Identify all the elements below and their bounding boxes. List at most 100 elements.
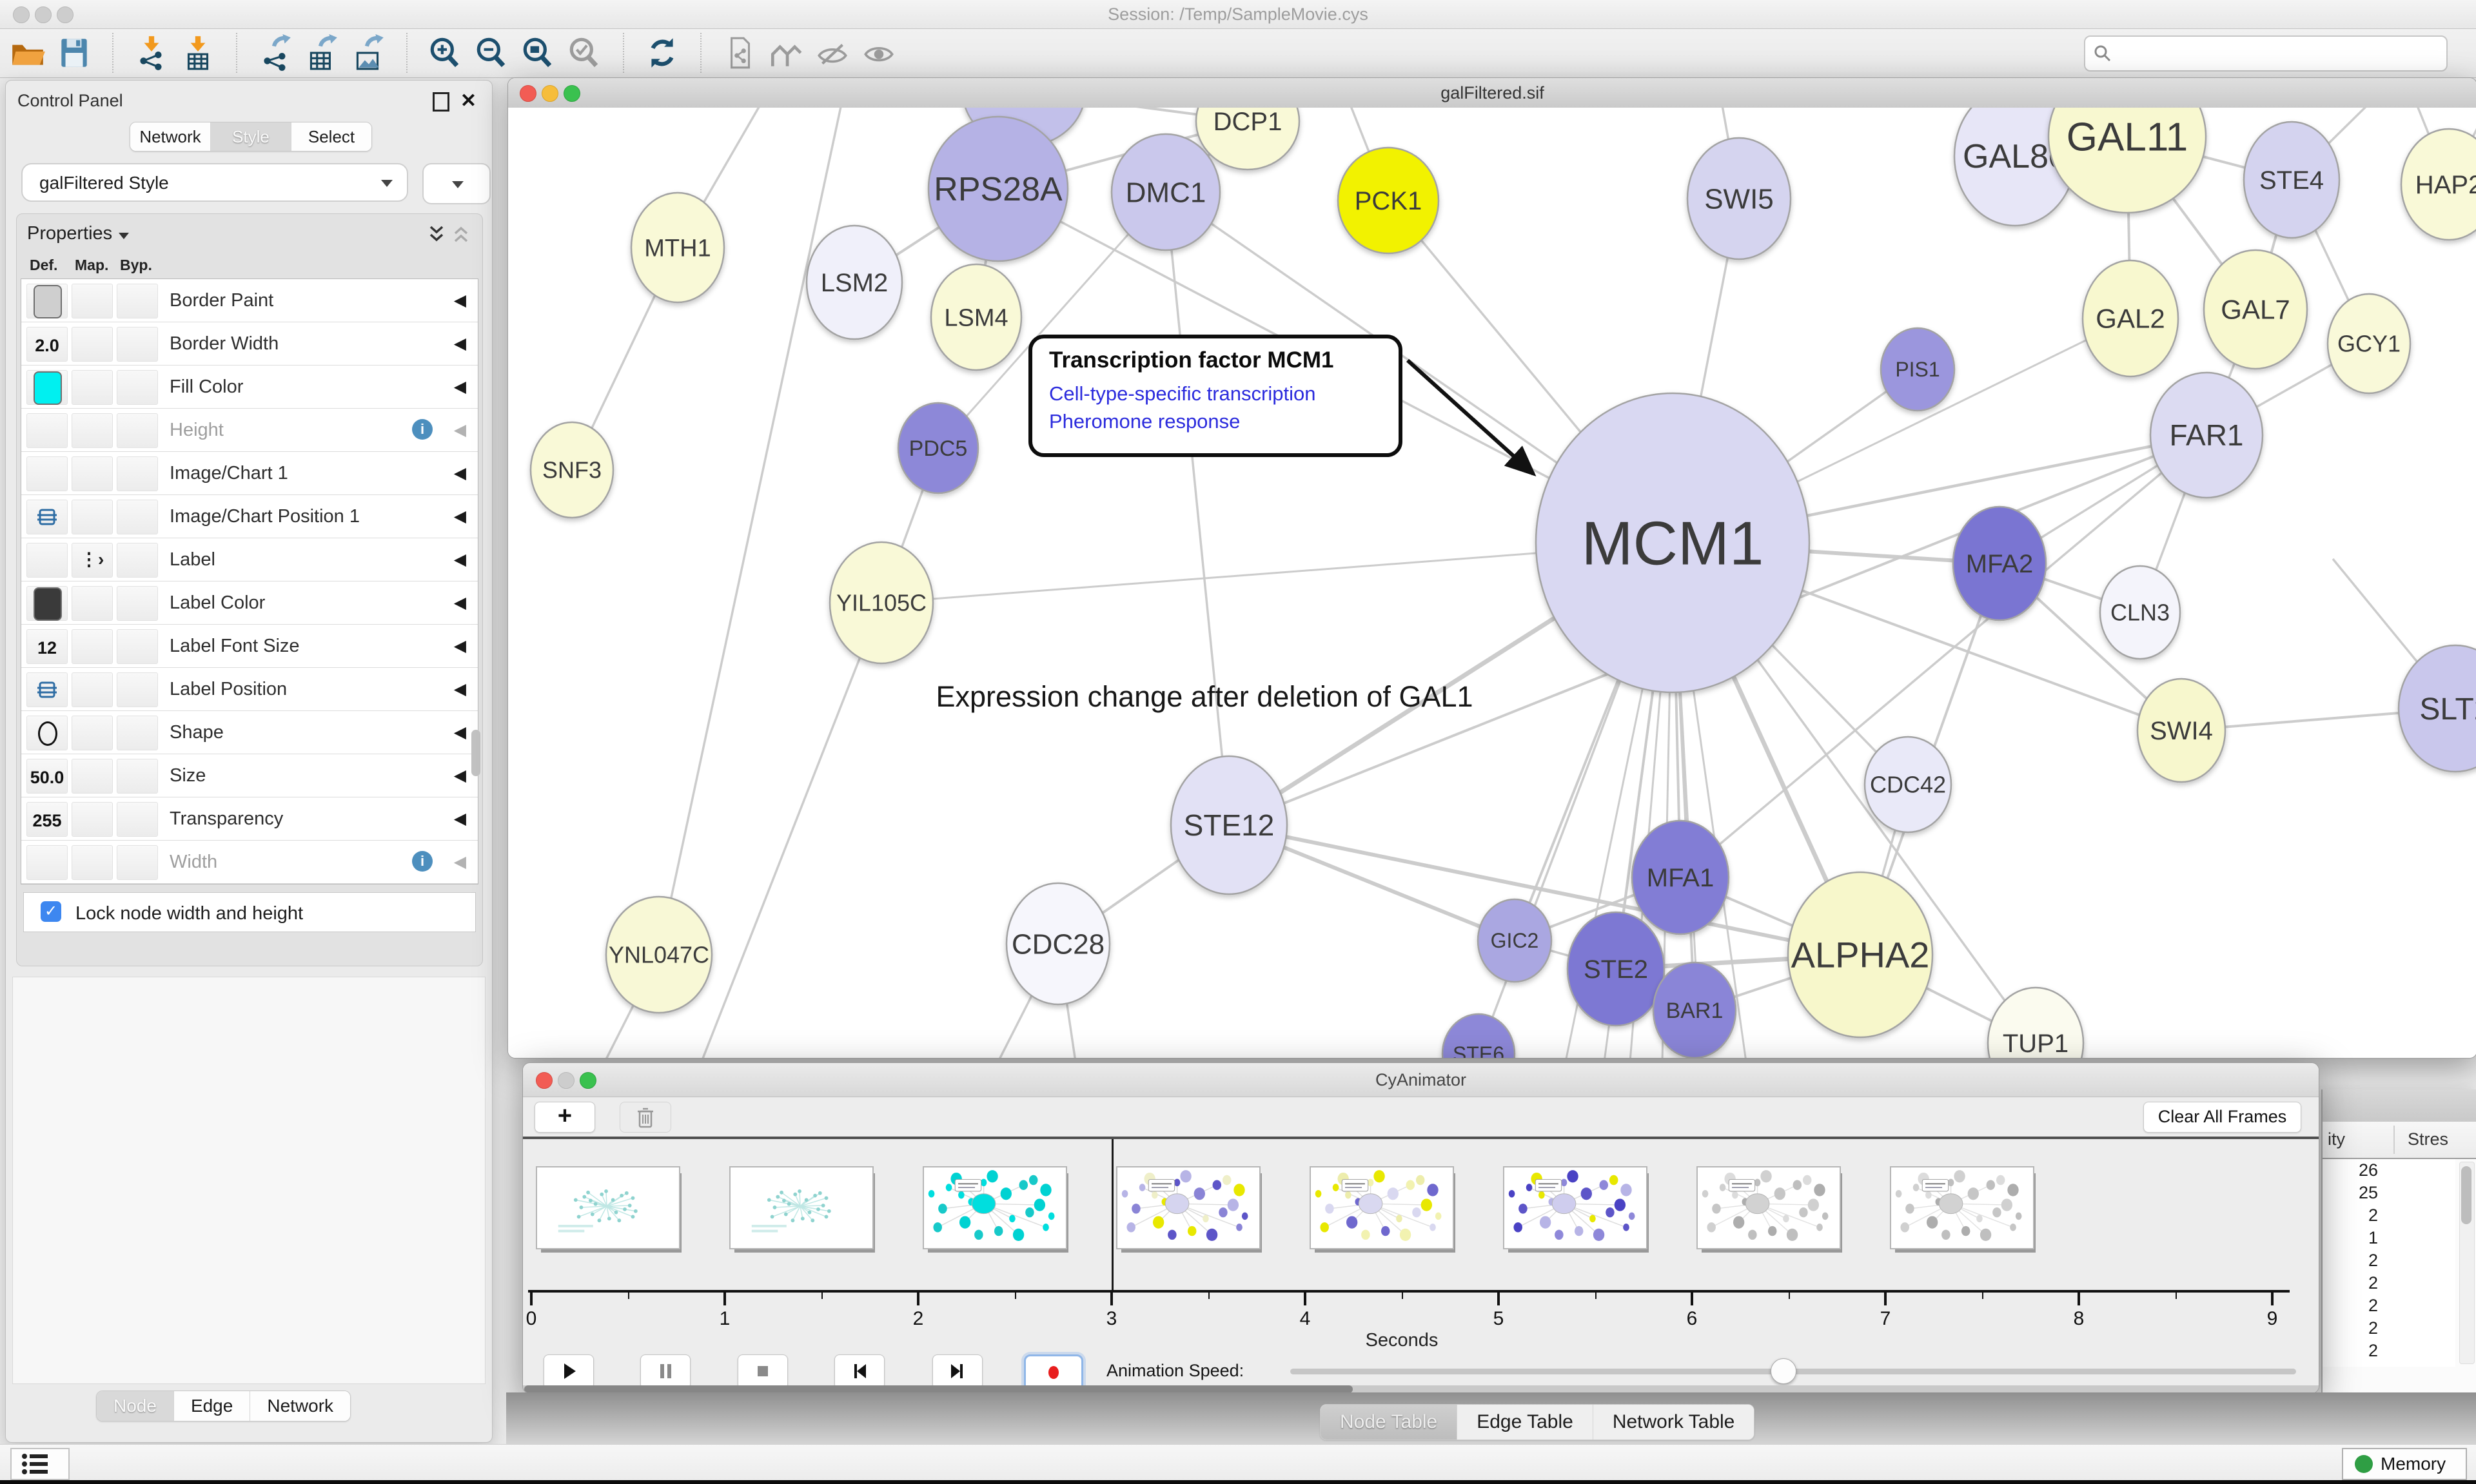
- expand-row-icon[interactable]: ◀: [454, 679, 466, 699]
- expand-all-icon[interactable]: [426, 223, 447, 245]
- property-map-cell[interactable]: [72, 284, 113, 318]
- property-byp-cell[interactable]: [117, 759, 158, 794]
- property-map-cell[interactable]: [72, 672, 113, 707]
- node-bar1[interactable]: BAR1: [1653, 962, 1736, 1058]
- node-mfa1[interactable]: MFA1: [1632, 821, 1729, 934]
- property-row-image-chart-1[interactable]: Image/Chart 1◀: [21, 452, 478, 495]
- float-panel-icon[interactable]: [433, 92, 449, 112]
- node-ste6[interactable]: STE6: [1442, 1014, 1515, 1058]
- property-map-cell[interactable]: ⋮›: [72, 543, 113, 578]
- column-header[interactable]: ity: [2328, 1129, 2345, 1149]
- annotation-link[interactable]: Pheromone response: [1049, 407, 1382, 435]
- frame-thumbnail-0[interactable]: [536, 1166, 680, 1249]
- node-mcm1[interactable]: MCM1: [1536, 393, 1809, 692]
- expand-row-icon[interactable]: ◀: [454, 334, 466, 353]
- property-byp-cell[interactable]: [117, 327, 158, 362]
- property-map-cell[interactable]: [72, 802, 113, 837]
- expand-row-icon[interactable]: ◀: [454, 420, 466, 440]
- property-def-cell[interactable]: [26, 370, 68, 405]
- property-byp-cell[interactable]: [117, 586, 158, 621]
- property-row-border-width[interactable]: 2.0Border Width◀: [21, 322, 478, 366]
- property-def-cell[interactable]: [26, 284, 68, 318]
- node-lsm4[interactable]: LSM4: [931, 264, 1021, 370]
- properties-scrollbar[interactable]: [471, 730, 480, 776]
- network-canvas[interactable]: RPS28BDCP1RPS28ADMC1PCK1MTH1LSM2LSM4SNF3…: [508, 108, 2476, 1058]
- edge-dmc1-ste12[interactable]: [1166, 192, 1229, 825]
- lock-size-checkbox[interactable]: ✓: [41, 901, 61, 922]
- node-ynl047c[interactable]: YNL047C: [606, 897, 712, 1013]
- property-row-fill-color[interactable]: Fill Color◀: [21, 366, 478, 409]
- column-header[interactable]: Stres: [2408, 1129, 2448, 1149]
- property-map-cell[interactable]: [72, 586, 113, 621]
- stop-button[interactable]: [738, 1354, 788, 1389]
- search-box[interactable]: [2084, 35, 2448, 72]
- node-mfa2[interactable]: MFA2: [1953, 507, 2046, 620]
- table-tab-edge-table[interactable]: Edge Table: [1457, 1405, 1593, 1440]
- export-table-button[interactable]: [303, 34, 340, 72]
- table-cell[interactable]: 2: [2323, 1249, 2378, 1272]
- node-ste12[interactable]: STE12: [1171, 756, 1287, 894]
- node-far1[interactable]: FAR1: [2150, 373, 2263, 498]
- open-session-button[interactable]: [9, 34, 46, 72]
- tab-style[interactable]: Style: [211, 122, 291, 151]
- clone-network-button[interactable]: [721, 34, 758, 72]
- property-def-cell[interactable]: 2.0: [26, 327, 68, 362]
- node-pdc5[interactable]: PDC5: [898, 403, 978, 493]
- style-selector[interactable]: galFiltered Style: [21, 163, 408, 202]
- table-cell[interactable]: 2: [2323, 1317, 2378, 1340]
- memory-button[interactable]: Memory: [2342, 1448, 2467, 1480]
- table-cell[interactable]: 25: [2323, 1182, 2378, 1204]
- node-gal11[interactable]: GAL11: [2049, 108, 2206, 213]
- property-byp-cell[interactable]: [117, 543, 158, 578]
- property-row-border-paint[interactable]: Border Paint◀: [21, 279, 478, 322]
- property-byp-cell[interactable]: [117, 629, 158, 664]
- pause-button[interactable]: [640, 1354, 691, 1389]
- table-cell[interactable]: 2: [2323, 1272, 2378, 1294]
- property-row-transparency[interactable]: 255Transparency◀: [21, 797, 478, 841]
- node-gal2[interactable]: GAL2: [2083, 260, 2178, 376]
- node-rps28a[interactable]: RPS28A: [928, 117, 1068, 261]
- properties-header[interactable]: Properties: [27, 223, 129, 244]
- edge-stub[interactable]: [702, 603, 881, 1058]
- annotation-caption[interactable]: Expression change after deletion of GAL1: [895, 680, 1514, 714]
- search-input[interactable]: [2119, 39, 2437, 66]
- panel-tab-network[interactable]: Network: [250, 1391, 350, 1421]
- skip-end-button[interactable]: [932, 1354, 983, 1389]
- node-hap2[interactable]: HAP2: [2401, 129, 2476, 240]
- property-row-image-chart-position-1[interactable]: Image/Chart Position 1◀: [21, 495, 478, 538]
- frame-thumbnail-3[interactable]: [1116, 1166, 1261, 1249]
- frame-thumbnail-1[interactable]: [729, 1166, 874, 1249]
- node-gcy1[interactable]: GCY1: [2328, 294, 2410, 393]
- property-def-cell[interactable]: [26, 500, 68, 534]
- cyanimator-titlebar[interactable]: CyAnimator: [523, 1063, 2319, 1097]
- node-cdc42[interactable]: CDC42: [1865, 737, 1951, 832]
- property-byp-cell[interactable]: [117, 716, 158, 750]
- export-image-button[interactable]: [349, 34, 387, 72]
- expand-row-icon[interactable]: ◀: [454, 550, 466, 569]
- expand-row-icon[interactable]: ◀: [454, 291, 466, 310]
- first-neighbors-button[interactable]: [767, 34, 805, 72]
- property-row-label-color[interactable]: Label Color◀: [21, 581, 478, 625]
- tab-network[interactable]: Network: [130, 122, 211, 151]
- annotation-link[interactable]: Cell-type-specific transcription: [1049, 380, 1382, 407]
- property-def-cell[interactable]: 12: [26, 629, 68, 664]
- frame-thumbnail-2[interactable]: [923, 1166, 1067, 1249]
- node-alpha2[interactable]: ALPHA2: [1788, 872, 1932, 1037]
- property-def-cell[interactable]: [26, 845, 68, 880]
- property-def-cell[interactable]: [26, 543, 68, 578]
- delete-frame-button[interactable]: [620, 1102, 671, 1133]
- table-tab-node-table[interactable]: Node Table: [1321, 1405, 1457, 1440]
- expand-row-icon[interactable]: ◀: [454, 464, 466, 483]
- refresh-button[interactable]: [644, 34, 681, 72]
- export-network-button[interactable]: [257, 34, 294, 72]
- table-cell[interactable]: 26: [2323, 1159, 2378, 1182]
- property-byp-cell[interactable]: [117, 672, 158, 707]
- property-row-size[interactable]: 50.0Size◀: [21, 754, 478, 797]
- expand-row-icon[interactable]: ◀: [454, 593, 466, 612]
- frame-thumbnail-5[interactable]: [1503, 1166, 1647, 1249]
- clear-all-frames-button[interactable]: Clear All Frames: [2143, 1102, 2301, 1133]
- node-lsm2[interactable]: LSM2: [807, 226, 902, 339]
- property-map-cell[interactable]: [72, 413, 113, 448]
- color-swatch[interactable]: [34, 587, 62, 621]
- node-mth1[interactable]: MTH1: [631, 193, 724, 302]
